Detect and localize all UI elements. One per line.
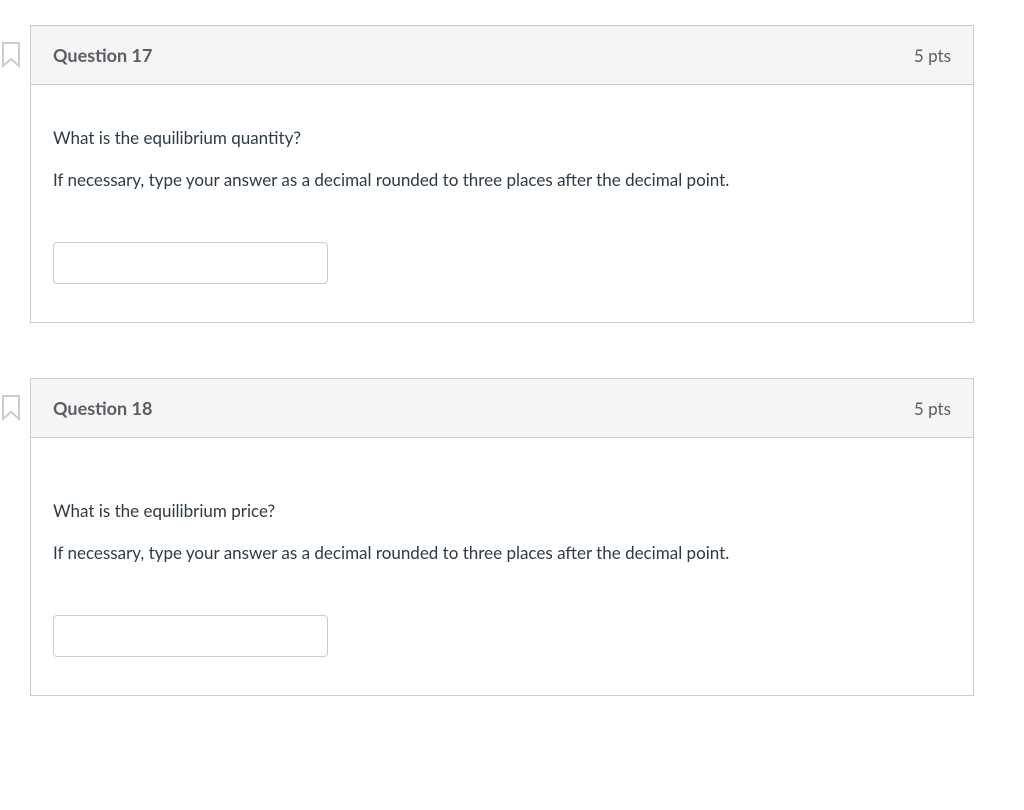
question-body: What is the equilibrium quantity? If nec… <box>31 85 973 322</box>
question-prompt: What is the equilibrium quantity? <box>53 125 951 151</box>
question-title: Question 17 <box>53 44 152 66</box>
question-block-18: Question 18 5 pts What is the equilibriu… <box>30 378 974 696</box>
question-hint: If necessary, type your answer as a deci… <box>53 167 951 193</box>
question-title: Question 18 <box>53 397 152 419</box>
question-points: 5 pts <box>914 398 951 419</box>
question-card: Question 18 5 pts What is the equilibriu… <box>30 378 974 696</box>
question-header: Question 17 5 pts <box>31 26 973 85</box>
question-body: What is the equilibrium price? If necess… <box>31 438 973 695</box>
bookmark-icon[interactable] <box>0 395 22 421</box>
answer-input[interactable] <box>53 242 328 284</box>
question-header: Question 18 5 pts <box>31 379 973 438</box>
bookmark-icon[interactable] <box>0 42 22 68</box>
question-hint: If necessary, type your answer as a deci… <box>53 540 951 566</box>
question-block-17: Question 17 5 pts What is the equilibriu… <box>30 25 974 323</box>
question-card: Question 17 5 pts What is the equilibriu… <box>30 25 974 323</box>
question-points: 5 pts <box>914 45 951 66</box>
question-prompt: What is the equilibrium price? <box>53 498 951 524</box>
answer-input[interactable] <box>53 615 328 657</box>
